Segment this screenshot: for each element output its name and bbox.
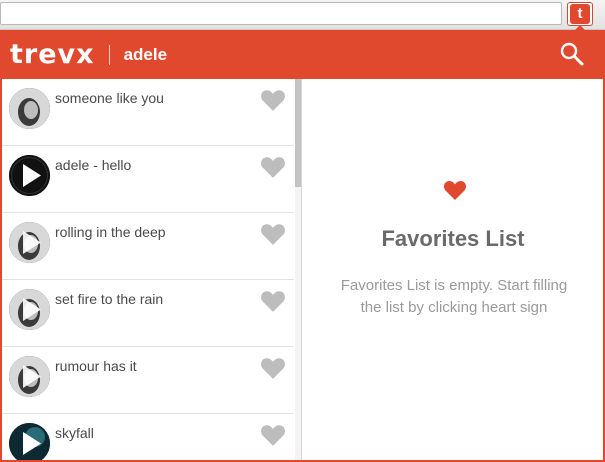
popup-header: trevx adele [2, 30, 603, 79]
browser-toolbar: t [0, 0, 605, 30]
track-thumbnail[interactable] [9, 88, 50, 129]
search-button[interactable] [559, 41, 585, 67]
play-thumbnail[interactable] [9, 289, 50, 330]
results-scrollbar[interactable] [295, 79, 301, 460]
result-title[interactable]: adele - hello [55, 157, 131, 173]
favorite-button[interactable] [260, 289, 286, 313]
result-item[interactable]: set fire to the rain [2, 280, 294, 347]
heart-icon [261, 425, 285, 446]
search-query[interactable]: adele [124, 45, 167, 65]
results-list: someone like you adele - hello rolling in … [2, 79, 302, 460]
result-title[interactable]: rolling in the deep [55, 224, 166, 240]
heart-icon [261, 90, 285, 111]
result-title[interactable]: set fire to the rain [55, 291, 163, 307]
heart-icon [443, 180, 467, 200]
header-divider [108, 44, 110, 65]
address-bar[interactable] [0, 2, 562, 25]
play-thumbnail[interactable] [9, 222, 50, 263]
play-thumbnail[interactable] [9, 155, 50, 196]
heart-icon [261, 358, 285, 379]
result-item[interactable]: skyfall [2, 414, 294, 460]
play-thumbnail[interactable] [9, 356, 50, 397]
result-title[interactable]: skyfall [55, 425, 94, 441]
favorite-button[interactable] [260, 155, 286, 179]
result-item[interactable]: rumour has it [2, 347, 294, 414]
favorite-button[interactable] [260, 356, 286, 380]
result-title[interactable]: someone like you [55, 90, 164, 106]
favorite-button[interactable] [260, 423, 286, 447]
heart-icon [261, 224, 285, 245]
favorite-button[interactable] [260, 88, 286, 112]
result-item[interactable]: adele - hello [2, 146, 294, 213]
result-title[interactable]: rumour has it [55, 358, 137, 374]
favorites-panel: Favorites List Favorites List is empty. … [303, 79, 603, 460]
trevx-logo[interactable]: trevx [10, 39, 95, 70]
trevx-extension-icon: t [570, 4, 590, 24]
scrollbar-thumb[interactable] [295, 79, 301, 187]
result-item[interactable]: rolling in the deep [2, 213, 294, 280]
result-item[interactable]: someone like you [2, 79, 294, 146]
favorites-empty-message: Favorites List is empty. Start filling t… [340, 277, 568, 316]
search-icon [560, 42, 584, 66]
favorites-title: Favorites List [381, 226, 525, 251]
trevx-extension-button[interactable]: t [567, 2, 593, 26]
heart-icon [261, 157, 285, 178]
trevx-popup: trevx adele someone like you adele - hell… [0, 30, 605, 462]
heart-icon [261, 291, 285, 312]
play-thumbnail[interactable] [9, 423, 50, 460]
favorite-button[interactable] [260, 222, 286, 246]
